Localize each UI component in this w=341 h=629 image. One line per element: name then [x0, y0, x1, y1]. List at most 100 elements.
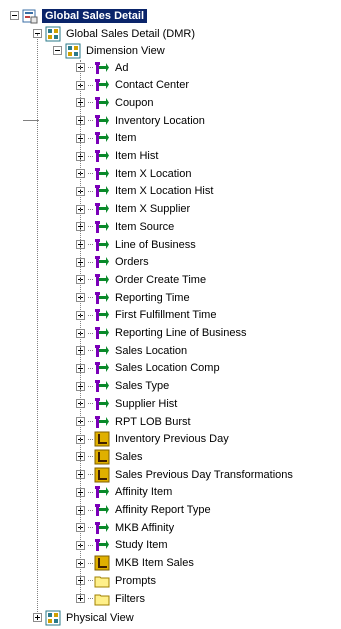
tree-node-sales-location[interactable]: Sales Location [76, 342, 188, 359]
tree-node-label[interactable]: Item X Supplier [114, 202, 191, 216]
tree-node-item-x-location-hist[interactable]: Item X Location Hist [76, 183, 214, 200]
tree-node-supplier-hist[interactable]: Supplier Hist [76, 395, 178, 412]
tree-node-label[interactable]: Item Hist [114, 149, 159, 163]
dimension-icon [94, 343, 110, 359]
tree-connector [88, 544, 93, 546]
tree-node-inventory-location[interactable]: Inventory Location [76, 112, 206, 129]
tree-connector [88, 279, 93, 281]
tree-connector [88, 261, 93, 263]
tree-node-label[interactable]: MKB Item Sales [114, 556, 195, 570]
tree-node-label[interactable]: RPT LOB Burst [114, 415, 192, 429]
tree-node-coupon[interactable]: Coupon [76, 94, 155, 111]
tree-node-label[interactable]: Reporting Line of Business [114, 326, 247, 340]
tree-node-label[interactable]: Order Create Time [114, 273, 207, 287]
tree-node-ad[interactable]: Ad [76, 59, 129, 76]
dimension-icon [94, 396, 110, 412]
namespace-icon [65, 43, 81, 59]
dimension-icon [94, 307, 110, 323]
tree-node-item-hist[interactable]: Item Hist [76, 148, 159, 165]
folder-icon [94, 591, 110, 607]
tree-node-item[interactable]: Item [76, 130, 137, 147]
tree-node-label[interactable]: Affinity Item [114, 485, 173, 499]
tree-node-label[interactable]: Dimension View [85, 44, 166, 58]
tree-node-mkb-affinity[interactable]: MKB Affinity [76, 519, 175, 536]
tree-node-affinity-item[interactable]: Affinity Item [76, 484, 173, 501]
tree-node-sales-previous-day-transformations[interactable]: Sales Previous Day Transformations [76, 466, 294, 483]
report-package-icon [22, 8, 38, 24]
dimension-icon [94, 537, 110, 553]
tree-node-label[interactable]: Sales Location Comp [114, 361, 221, 375]
tree-connector [88, 438, 93, 440]
tree-node-sales-location-comp[interactable]: Sales Location Comp [76, 360, 221, 377]
tree-node-reporting-line-of-business[interactable]: Reporting Line of Business [76, 325, 247, 342]
dimension-icon [94, 290, 110, 306]
tree-node-dmr[interactable]: Global Sales Detail (DMR) [33, 25, 196, 42]
tree-node-label[interactable]: Global Sales Detail (DMR) [65, 27, 196, 41]
dimension-icon [94, 378, 110, 394]
tree-node-item-x-location[interactable]: Item X Location [76, 165, 192, 182]
dimension-icon [94, 254, 110, 270]
tree-connector [88, 67, 93, 68]
collapse-toggle[interactable] [53, 46, 62, 55]
tree-node-label[interactable]: Study Item [114, 538, 169, 552]
tree-node-order-create-time[interactable]: Order Create Time [76, 271, 207, 288]
tree-node-mkb-item-sales[interactable]: MKB Item Sales [76, 555, 195, 572]
tree-connector [88, 137, 93, 139]
tree-node-inventory-previous-day[interactable]: Inventory Previous Day [76, 431, 230, 448]
tree-node-root[interactable]: Global Sales Detail [10, 7, 148, 24]
tree-connector [88, 562, 93, 564]
tree-connector [88, 244, 93, 245]
tree-node-label[interactable]: Prompts [114, 574, 157, 588]
tree-node-label[interactable]: Sales Type [114, 379, 170, 393]
expand-toggle[interactable] [33, 613, 42, 622]
tree-node-sales-type[interactable]: Sales Type [76, 378, 170, 395]
tree-node-label[interactable]: First Fulfillment Time [114, 308, 217, 322]
tree-node-label[interactable]: Affinity Report Type [114, 503, 212, 517]
tree-node-label[interactable]: Global Sales Detail [42, 8, 148, 23]
tree-node-study-item[interactable]: Study Item [76, 537, 169, 554]
tree-node-label[interactable]: Inventory Location [114, 114, 206, 128]
tree-node-label[interactable]: Inventory Previous Day [114, 432, 230, 446]
tree-node-filters[interactable]: Filters [76, 590, 146, 607]
tree-connector [88, 474, 93, 476]
tree-node-line-of-business[interactable]: Line of Business [76, 236, 197, 253]
tree-node-affinity-report-type[interactable]: Affinity Report Type [76, 502, 212, 519]
tree-node-label[interactable]: Coupon [114, 96, 155, 110]
tree-node-item-source[interactable]: Item Source [76, 218, 175, 235]
tree-node-label[interactable]: Item X Location Hist [114, 184, 214, 198]
tree-node-label[interactable]: Line of Business [114, 238, 197, 252]
measure-dimension-icon [94, 449, 110, 465]
tree-node-label[interactable]: Sales Location [114, 344, 188, 358]
namespace-icon [45, 610, 61, 626]
tree-connector [88, 421, 93, 422]
tree-node-label[interactable]: Ad [114, 61, 129, 75]
tree-node-sales[interactable]: Sales [76, 448, 144, 465]
dimension-icon [94, 113, 110, 129]
tree-node-rpt-lob-burst[interactable]: RPT LOB Burst [76, 413, 192, 430]
tree-node-prompts[interactable]: Prompts [76, 572, 157, 589]
measure-dimension-icon [94, 467, 110, 483]
tree-connector [88, 385, 93, 387]
tree-node-label[interactable]: Item Source [114, 220, 175, 234]
tree-node-label[interactable]: Sales [114, 450, 144, 464]
tree-node-label[interactable]: MKB Affinity [114, 521, 175, 535]
tree-node-label[interactable]: Contact Center [114, 78, 190, 92]
tree-node-label[interactable]: Physical View [65, 611, 135, 625]
tree-node-label[interactable]: Orders [114, 255, 150, 269]
tree-node-dimension-view[interactable]: Dimension View [53, 42, 166, 59]
tree-node-orders[interactable]: Orders [76, 254, 150, 271]
tree-node-label[interactable]: Supplier Hist [114, 397, 178, 411]
tree-node-contact-center[interactable]: Contact Center [76, 77, 190, 94]
tree-node-label[interactable]: Item X Location [114, 167, 192, 181]
dimension-icon [94, 148, 110, 164]
collapse-toggle[interactable] [10, 11, 19, 20]
tree-node-label[interactable]: Reporting Time [114, 291, 191, 305]
tree-node-item-x-supplier[interactable]: Item X Supplier [76, 201, 191, 218]
tree-node-physical-view[interactable]: Physical View [33, 609, 135, 626]
tree-node-label[interactable]: Filters [114, 592, 146, 606]
tree-node-label[interactable]: Item [114, 131, 137, 145]
tree-connector [88, 580, 93, 582]
tree-node-reporting-time[interactable]: Reporting Time [76, 289, 191, 306]
tree-node-first-fulfillment-time[interactable]: First Fulfillment Time [76, 307, 217, 324]
tree-node-label[interactable]: Sales Previous Day Transformations [114, 468, 294, 482]
